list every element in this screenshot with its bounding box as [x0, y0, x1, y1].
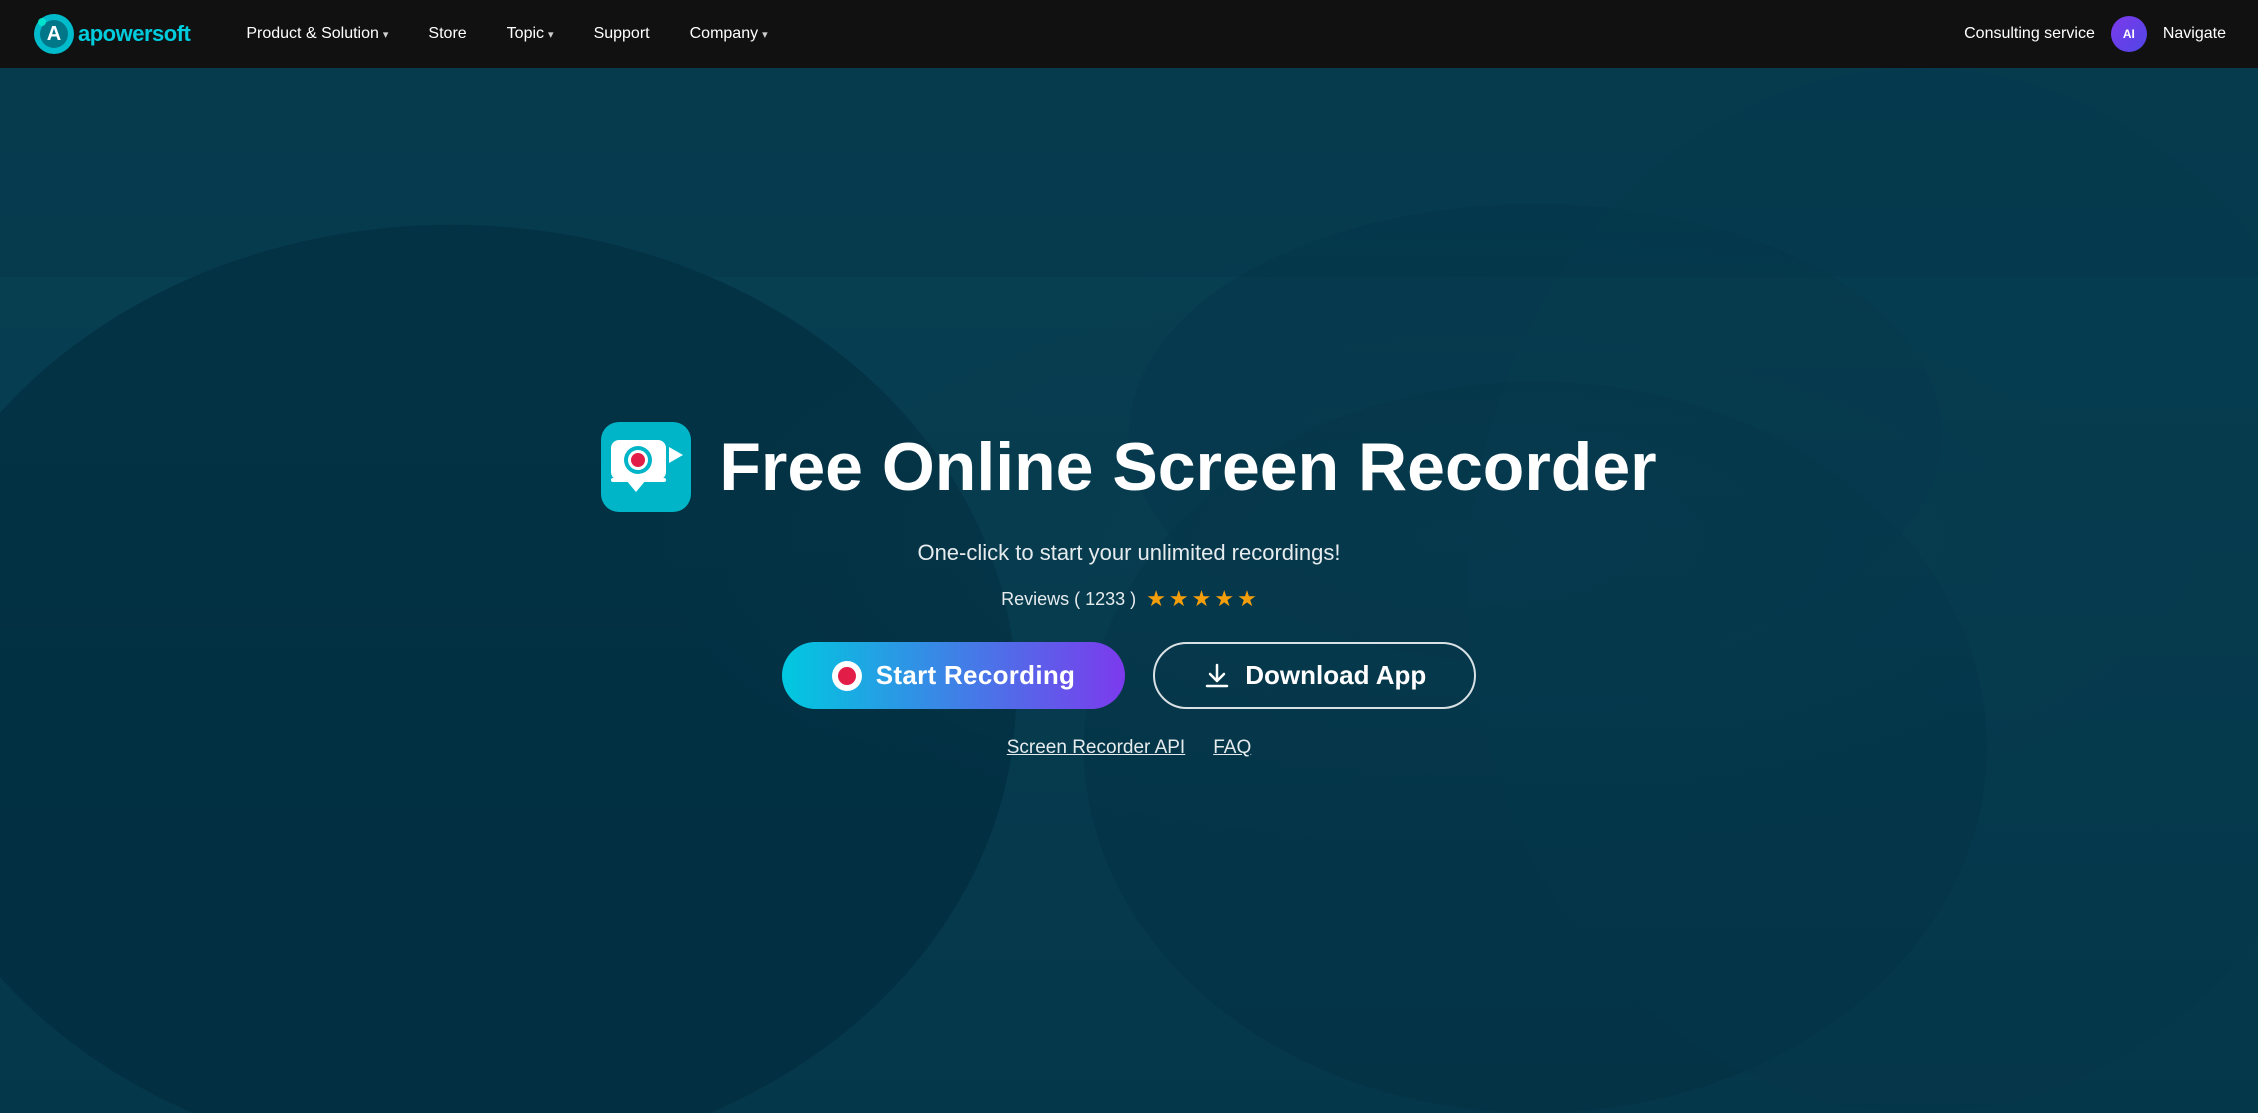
download-app-button[interactable]: Download App [1153, 642, 1476, 709]
reviews-row: Reviews ( 1233 ) ★ ★ ★ ★ ★ [1001, 586, 1257, 612]
download-icon [1203, 662, 1231, 690]
star-5: ★ [1237, 586, 1257, 612]
star-1: ★ [1146, 586, 1166, 612]
hero-content: Free Online Screen Recorder One-click to… [581, 382, 1676, 799]
start-recording-button[interactable]: Start Recording [782, 642, 1126, 709]
cta-row: Start Recording Download App [782, 642, 1477, 709]
chevron-down-icon: ▾ [548, 28, 554, 41]
logo[interactable]: A apowersoft [32, 12, 190, 56]
star-rating: ★ ★ ★ ★ ★ [1146, 586, 1257, 612]
nav-navigate[interactable]: Navigate [2163, 25, 2226, 43]
logo-icon: A [32, 12, 76, 56]
svg-text:A: A [47, 23, 61, 45]
nav-item-company[interactable]: Company ▾ [670, 0, 788, 68]
nav-item-topic[interactable]: Topic ▾ [487, 0, 574, 68]
screen-recorder-api-link[interactable]: Screen Recorder API [1007, 737, 1185, 759]
hero-section: Free Online Screen Recorder One-click to… [0, 68, 2258, 1113]
hero-links-row: Screen Recorder API FAQ [1007, 737, 1252, 759]
nav-consulting[interactable]: Consulting service [1964, 25, 2095, 43]
chevron-down-icon: ▾ [762, 28, 768, 41]
nav-item-support[interactable]: Support [574, 0, 670, 68]
star-4: ★ [1214, 586, 1234, 612]
star-3: ★ [1192, 586, 1212, 612]
brand-name: apowersoft [78, 21, 190, 47]
nav-item-product[interactable]: Product & Solution ▾ [226, 0, 408, 68]
faq-link[interactable]: FAQ [1213, 737, 1251, 759]
ai-badge[interactable]: AI [2111, 16, 2147, 52]
hero-subtitle: One-click to start your unlimited record… [917, 540, 1340, 566]
hero-title-row: Free Online Screen Recorder [601, 422, 1656, 512]
chevron-down-icon: ▾ [383, 28, 389, 41]
record-dot-icon [832, 661, 862, 691]
nav-item-store[interactable]: Store [408, 0, 486, 68]
hero-title: Free Online Screen Recorder [719, 430, 1656, 505]
nav-items: Product & Solution ▾ Store Topic ▾ Suppo… [226, 0, 1964, 68]
nav-right: Consulting service AI Navigate [1964, 16, 2226, 52]
star-2: ★ [1169, 586, 1189, 612]
reviews-label: Reviews ( 1233 ) [1001, 589, 1136, 610]
recorder-app-icon [601, 422, 691, 512]
navbar: A apowersoft Product & Solution ▾ Store … [0, 0, 2258, 68]
